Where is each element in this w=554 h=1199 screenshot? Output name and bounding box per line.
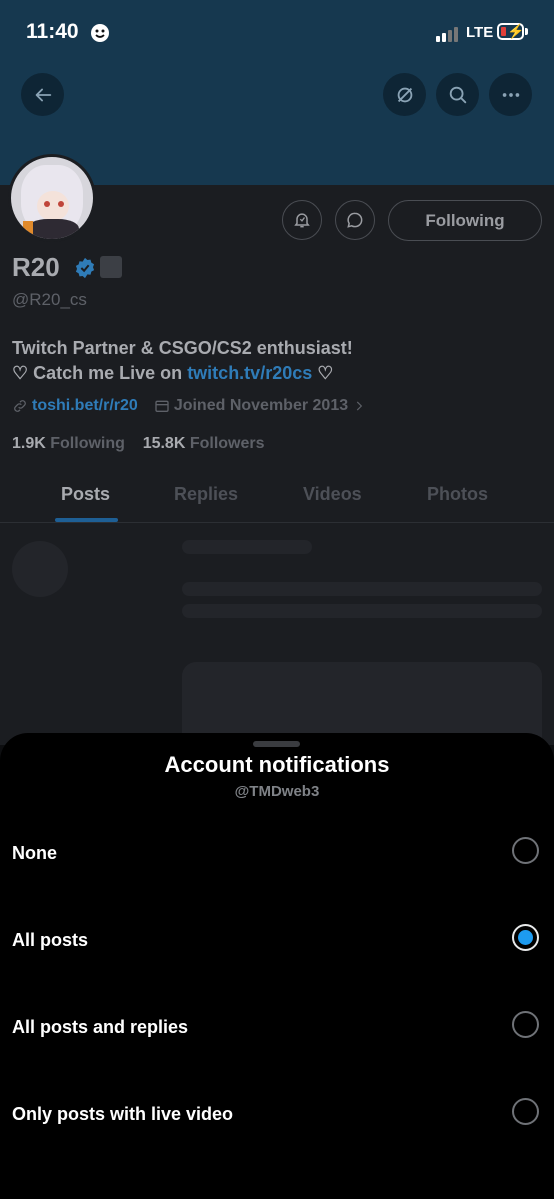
following-button[interactable]: Following bbox=[388, 200, 542, 241]
option-none[interactable]: None bbox=[0, 813, 554, 900]
chat-bubble-icon bbox=[347, 212, 363, 228]
battery-tip bbox=[525, 28, 528, 35]
grok-icon bbox=[397, 87, 412, 102]
radio-button[interactable] bbox=[512, 1098, 539, 1125]
more-dots-icon bbox=[502, 92, 519, 97]
verified-badge-icon bbox=[75, 257, 95, 279]
radio-button[interactable] bbox=[512, 1011, 539, 1038]
search-icon bbox=[449, 86, 466, 103]
sheet-subtitle: @TMDweb3 bbox=[234, 783, 320, 800]
option-label: Only posts with live video bbox=[12, 1104, 234, 1124]
cellular-signal-icon bbox=[436, 26, 462, 42]
option-label: All posts and replies bbox=[12, 1017, 189, 1037]
status-bar: 11:40 LTE ⚡ bbox=[0, 0, 554, 66]
skeleton-line bbox=[182, 582, 542, 596]
website-link[interactable]: toshi.bet/r/r20 bbox=[32, 397, 138, 415]
bio-line-2: ♡ Catch me Live on twitch.tv/r20cs ♡ bbox=[12, 361, 353, 386]
option-label: None bbox=[12, 843, 57, 863]
affiliate-badge-icon[interactable] bbox=[100, 256, 122, 278]
grok-button[interactable] bbox=[383, 73, 426, 116]
option-live-video[interactable]: Only posts with live video bbox=[0, 1074, 554, 1161]
following-stat[interactable]: 1.9K Following bbox=[12, 435, 125, 452]
option-label: All posts bbox=[12, 930, 89, 950]
option-all-posts[interactable]: All posts bbox=[0, 900, 554, 987]
calendar-icon bbox=[155, 400, 169, 412]
follow-stats: 1.9K Following 15.8K Followers bbox=[12, 435, 265, 453]
followers-stat[interactable]: 15.8K Followers bbox=[143, 435, 265, 452]
skeleton-avatar bbox=[12, 541, 68, 597]
tab-videos[interactable]: Videos bbox=[303, 484, 362, 505]
back-button[interactable] bbox=[21, 73, 64, 116]
notifications-bell-button[interactable] bbox=[282, 200, 322, 240]
profile-bio: Twitch Partner & CSGO/CS2 enthusiast! ♡ … bbox=[12, 336, 353, 386]
focus-smiley-icon bbox=[91, 24, 109, 42]
network-type: LTE bbox=[466, 24, 494, 41]
radio-button-selected[interactable] bbox=[512, 924, 539, 951]
joined-date[interactable]: Joined November 2013 bbox=[154, 397, 370, 415]
profile-tabs: Posts Replies Videos Photos bbox=[0, 470, 554, 523]
chevron-right-icon bbox=[356, 401, 363, 411]
radio-button[interactable] bbox=[512, 837, 539, 864]
back-arrow-icon bbox=[35, 88, 51, 101]
search-button[interactable] bbox=[436, 73, 479, 116]
skeleton-line bbox=[182, 540, 312, 554]
option-all-posts-and-replies[interactable]: All posts and replies bbox=[0, 987, 554, 1074]
tab-posts[interactable]: Posts bbox=[61, 484, 110, 505]
bio-twitch-link[interactable]: twitch.tv/r20cs bbox=[187, 363, 312, 383]
battery-icon: ⚡ bbox=[497, 23, 524, 40]
status-time: 11:40 bbox=[26, 20, 79, 43]
profile-handle: @R20_cs bbox=[12, 290, 87, 309]
profile-meta: toshi.bet/r/r20 Joined November 2013 bbox=[12, 397, 370, 415]
avatar[interactable] bbox=[8, 154, 96, 242]
sheet-grabber[interactable] bbox=[253, 741, 300, 747]
tab-photos[interactable]: Photos bbox=[427, 484, 488, 505]
display-name: R20 bbox=[12, 252, 60, 282]
bio-prefix: ♡ Catch me Live on bbox=[12, 363, 188, 383]
link-icon bbox=[14, 400, 26, 412]
account-notifications-sheet: Account notifications @TMDweb3 None All … bbox=[0, 733, 554, 1199]
joined-text: Joined November 2013 bbox=[173, 397, 349, 414]
more-button[interactable] bbox=[489, 73, 532, 116]
active-tab-indicator bbox=[55, 518, 118, 522]
sheet-title: Account notifications bbox=[164, 752, 390, 777]
bio-suffix: ♡ bbox=[312, 363, 334, 383]
bell-check-icon bbox=[294, 213, 310, 228]
skeleton-line bbox=[182, 604, 542, 618]
tab-replies[interactable]: Replies bbox=[174, 484, 238, 505]
bio-line-1: Twitch Partner & CSGO/CS2 enthusiast! bbox=[12, 338, 353, 358]
message-button[interactable] bbox=[335, 200, 375, 240]
